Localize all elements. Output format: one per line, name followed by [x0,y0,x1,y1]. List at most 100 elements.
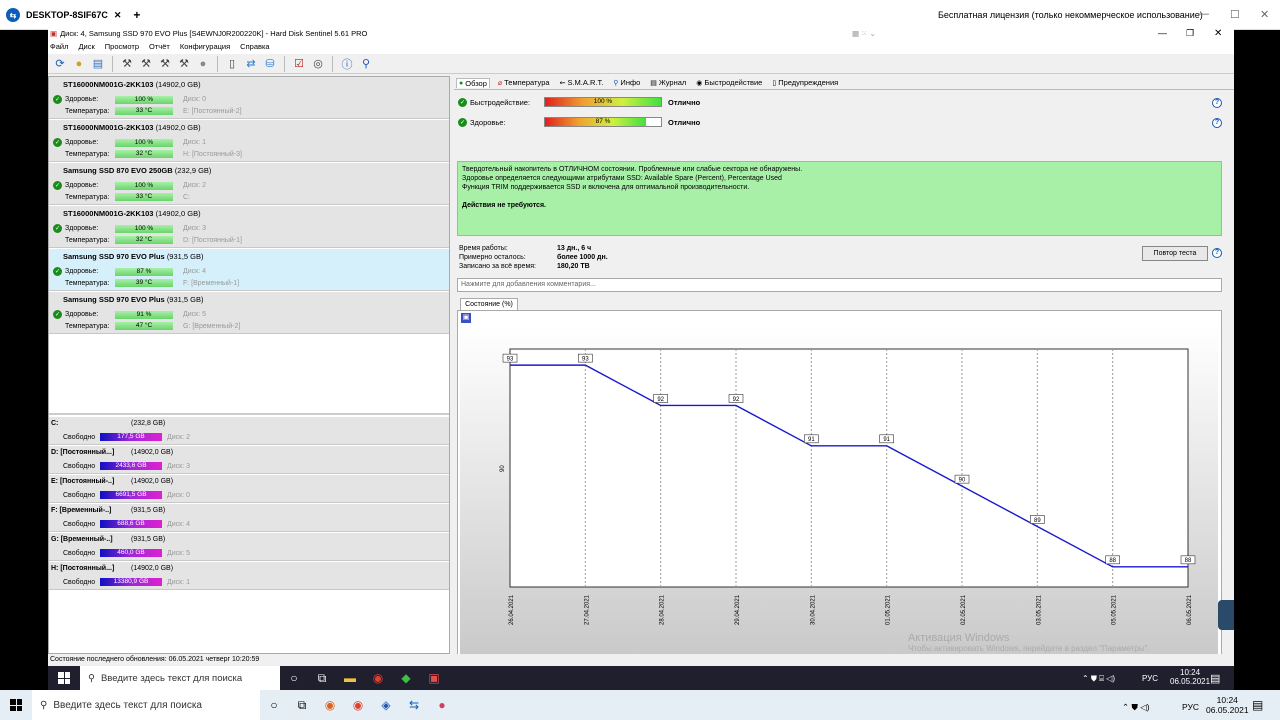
explorer-icon[interactable]: ▬ [336,666,364,690]
disk-health-row: ✓ Здоровье: 100 % Диск: 3 [53,224,206,233]
data-label: 88 [1109,558,1116,564]
disk-item[interactable]: Samsung SSD 970 EVO Plus (931,5 GB) ✓ Здор… [49,292,449,334]
tab-alerts[interactable]: ▯ Предупреждения [770,78,840,87]
clock[interactable]: 10:24 06.05.2021 [1170,668,1210,686]
hds-taskbar-icon[interactable]: ▣ [420,666,448,690]
remote-search-box[interactable]: ⚲ Введите здесь текст для поиска [80,666,280,690]
health-label: Здоровье: [65,96,99,103]
minimize-icon[interactable]: — [1198,8,1209,20]
windows-start-icon[interactable] [58,672,70,684]
tab-temperature[interactable]: ⌀ Температура [496,78,552,87]
close-tab-icon[interactable]: ✕ [114,10,122,21]
save-icon[interactable]: ▣ [461,313,471,323]
tab-log[interactable]: ▤ Журнал [648,78,688,87]
new-tab-icon[interactable]: + [133,8,140,22]
menu-file[interactable]: Файл [50,42,68,54]
menu-help[interactable]: Справка [240,42,269,54]
host-start-icon[interactable] [10,699,22,711]
disk-temp-row: Температура: 33 °C C: [53,193,190,201]
health-status: Отлично [668,117,701,127]
remote-tab[interactable]: ⇆ DESKTOP-8SIF67C ✕ + [0,4,146,26]
data-label: 91 [883,437,890,443]
comment-field[interactable]: Нажмите для добавления комментария... [457,278,1222,292]
app-green-icon[interactable]: ◆ [392,666,420,690]
sync-icon[interactable]: ⇄ [243,56,259,72]
retest-button[interactable]: Повтор теста [1142,246,1208,261]
volume-name: F: [Временный-..] [51,507,112,514]
cortana-icon[interactable]: ○ [260,693,288,717]
volume-item[interactable]: H: [Постоянный...] (14902,0 GB) Свободно 13… [49,562,449,590]
chrome-icon[interactable]: ◉ [364,666,392,690]
remaining-value: более 1000 дн. [557,254,608,261]
disk-item[interactable]: ST16000NM001G-2KK103 (14902,0 GB) ✓ Здоров… [49,120,449,162]
cortana-icon[interactable]: ○ [280,666,308,690]
close-icon[interactable]: ✕ [1260,8,1269,21]
volume-item[interactable]: E: [Постоянный-..] (14902,0 GB) Свободно 66… [49,475,449,503]
help-icon[interactable]: ⓘ [339,56,355,72]
teamviewer-taskbar-icon[interactable]: ⇆ [400,693,428,717]
lang-indicator[interactable]: РУС [1142,674,1158,683]
data-label: 93 [507,357,514,363]
menu-config[interactable]: Конфигурация [180,42,230,54]
help-icon[interactable]: ? [1212,118,1222,128]
host-search-box[interactable]: ⚲ Введите здесь текст для поиска [32,690,260,720]
disk-item[interactable]: Samsung SSD 870 EVO 250GB (232,9 GB) ✓ Здо… [49,163,449,205]
report-icon[interactable]: ▤ [90,56,106,72]
disk-item[interactable]: Samsung SSD 970 EVO Plus (931,5 GB) ✓ Здор… [49,249,449,291]
tab-label: S.M.A.R.T. [567,78,604,87]
clock[interactable]: 10:24 06.05.2021 [1206,695,1249,715]
app-icon-3[interactable]: ● [428,693,456,717]
notifications-icon[interactable]: ▤ [1252,698,1263,712]
volume-item[interactable]: G: [Временный-..] (931,5 GB) Свободно 460,0… [49,533,449,561]
volume-disk: Диск: 0 [167,492,190,499]
help-icon[interactable]: ? [1212,248,1222,258]
app-icon-2[interactable]: ◈ [372,693,400,717]
volume-item[interactable]: D: [Постоянный...] (14902,0 GB) Свободно 24… [49,446,449,474]
chrome-icon[interactable]: ◉ [344,693,372,717]
menu-report[interactable]: Отчёт [149,42,170,54]
firefox-icon[interactable]: ◉ [316,693,344,717]
refresh-icon[interactable]: ⟳ [52,56,68,72]
network-icon[interactable]: ⛁ [262,56,278,72]
app-restore-icon[interactable]: ❐ [1186,28,1194,39]
disk-item[interactable]: ST16000NM001G-2KK103 (14902,0 GB) ✓ Здоров… [49,77,449,119]
menu-view[interactable]: Просмотр [105,42,139,54]
task-view-icon[interactable]: ⧉ [288,693,316,717]
test-extended-icon[interactable]: ⚒ [138,56,154,72]
tab-overview[interactable]: ● Обзор [456,77,490,88]
health-bar: 100 % [115,224,173,233]
app-close-icon[interactable]: ✕ [1214,28,1222,39]
disk-item[interactable]: ST16000NM001G-2KK103 (14902,0 GB) ✓ Здоров… [49,206,449,248]
volume-name: D: [Постоянный...] [51,449,115,456]
lang-indicator[interactable]: РУС [1182,702,1199,712]
x-tick-label: 06.05.2021 [1187,594,1193,625]
x-tick-label: 28.04.2021 [660,594,666,625]
disk-volume: C: [183,193,190,201]
disk-status-icon[interactable]: ● [71,56,87,72]
test-random-icon[interactable]: ⚒ [176,56,192,72]
menu-disk[interactable]: Диск [78,42,94,54]
document-icon[interactable]: ▯ [224,56,240,72]
side-panel-handle[interactable] [1218,600,1234,630]
task-view-icon[interactable]: ⧉ [308,666,336,690]
test-surface-icon[interactable]: ⚒ [157,56,173,72]
maximize-icon[interactable]: ☐ [1230,8,1240,21]
help-icon[interactable]: ? [1212,98,1222,108]
tab-smart[interactable]: ⇜ S.M.A.R.T. [558,78,606,87]
disk-gray-icon[interactable]: ● [195,56,211,72]
disk-size: (931,5 GB) [166,295,204,304]
about-icon[interactable]: ⚲ [358,56,374,72]
tab-info[interactable]: ⚲ Инфо [611,78,642,87]
tray-icons[interactable]: ⌃ ⛊ ⌸ ◁) [1082,674,1115,684]
app-minimize-icon[interactable]: — [1158,28,1167,38]
uptime-label: Время работы: [459,245,508,252]
notifications-icon[interactable]: ▤ [1210,672,1220,685]
volume-item[interactable]: F: [Временный-..] (931,5 GB) Свободно 688,6… [49,504,449,532]
disk-number: Диск: 3 [183,225,206,232]
tray-icons[interactable]: ⌃ ⛊ ◁) [1122,702,1150,713]
tab-performance[interactable]: ◉ Быстродействие [694,78,764,87]
test-short-icon[interactable]: ⚒ [119,56,135,72]
volume-item[interactable]: C: (232,8 GB) Свободно 177,5 GB Диск: 2 [49,417,449,445]
settings-disk-icon[interactable]: ◎ [310,56,326,72]
checklist-icon[interactable]: ☑ [291,56,307,72]
